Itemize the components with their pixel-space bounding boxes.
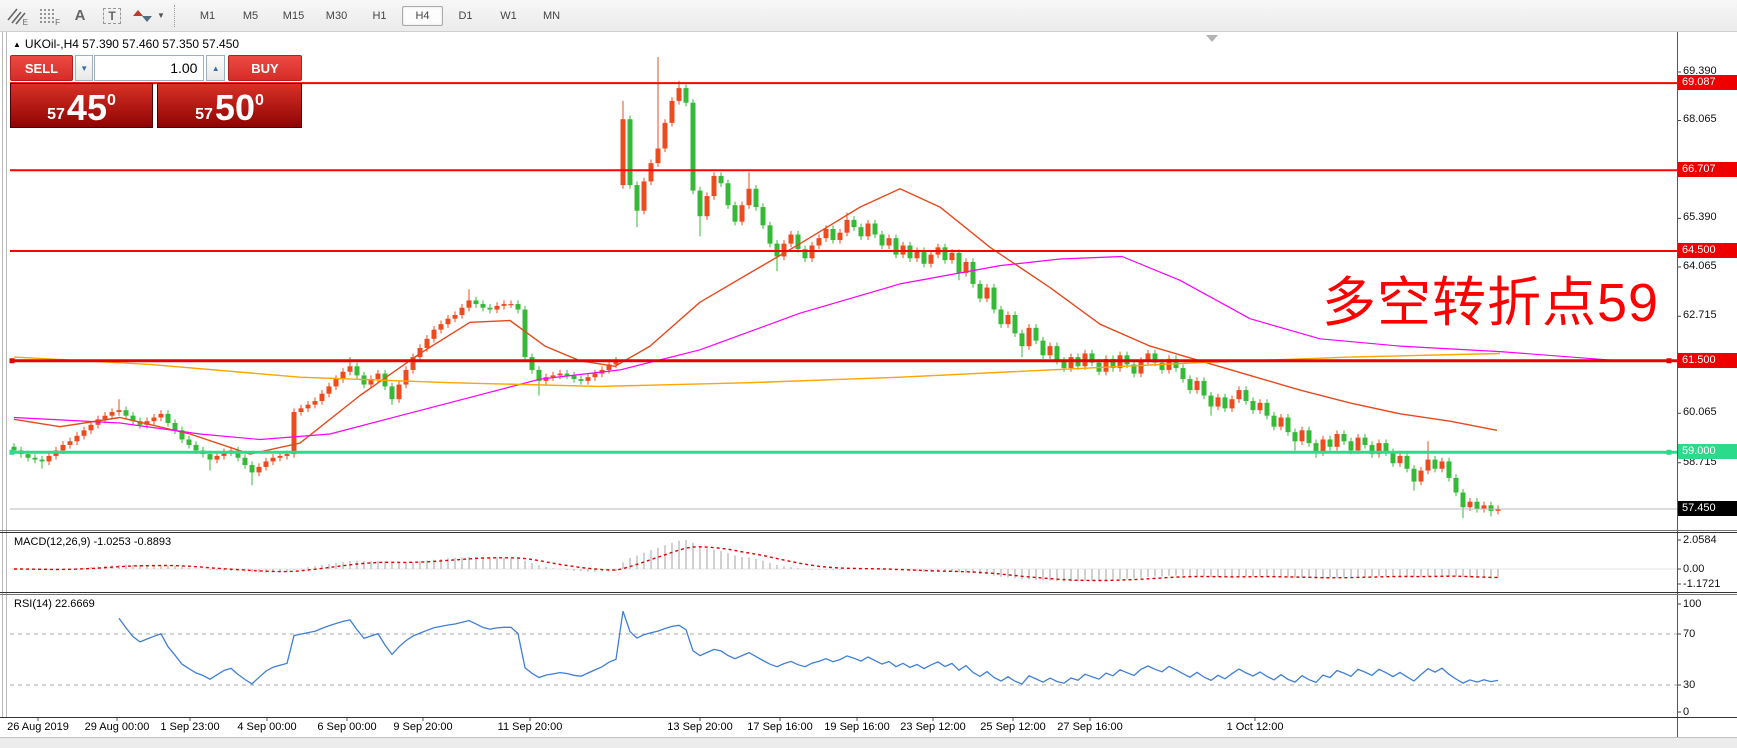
timeframe-button-d1[interactable]: D1: [445, 6, 486, 26]
time-tick-label: 4 Sep 00:00: [237, 721, 297, 733]
volume-increase-button[interactable]: ▲: [206, 55, 226, 81]
line-handle: [9, 449, 15, 455]
price-badge: 59.000: [1678, 444, 1737, 460]
timeline-separator: [0, 717, 1737, 718]
indicator-scale-label: 0: [1683, 706, 1690, 718]
volume-input[interactable]: [94, 55, 205, 81]
price-badge: 57.450: [1678, 501, 1737, 516]
price-tick-label: 64.065: [1683, 259, 1717, 272]
timeframe-button-mn[interactable]: MN: [531, 6, 572, 26]
trading-terminal: E F A T ▼ M1 M5 M15 M30 H1 H4 D1 W1 MN ▲…: [0, 0, 1737, 748]
indicator-scale-label: 30: [1683, 679, 1696, 691]
symbol-triangle-icon: ▲: [13, 40, 21, 49]
ma-gold: [13, 352, 1501, 388]
time-tick-label: 26 Aug 2019: [7, 721, 69, 733]
price-tick-label: 62.715: [1683, 309, 1717, 322]
timeframe-group: M1 M5 M15 M30 H1 H4 D1 W1 MN: [186, 5, 573, 26]
fibonacci-retracement-icon[interactable]: F: [33, 4, 63, 28]
toolbar-separator: [174, 4, 182, 27]
volume-decrease-button[interactable]: ▼: [74, 55, 94, 81]
time-tick-label: 11 Sep 20:00: [497, 721, 563, 733]
time-tick-label: 19 Sep 16:00: [824, 721, 890, 733]
panel-separator[interactable]: [0, 532, 1737, 533]
buy-button[interactable]: BUY: [228, 55, 302, 81]
text-icon[interactable]: A: [65, 4, 95, 28]
time-tick-label: 23 Sep 12:00: [900, 721, 966, 733]
chinese-annotation: 多空转折点59: [1322, 273, 1660, 333]
timeframe-button-m5[interactable]: M5: [230, 6, 271, 26]
macd-panel: [10, 540, 1677, 582]
time-tick-label: 25 Sep 12:00: [980, 721, 1046, 733]
time-tick-label: 1 Oct 12:00: [1226, 721, 1284, 733]
arrow-objects-icon[interactable]: ▼: [129, 4, 169, 28]
panel-separator[interactable]: [0, 530, 1737, 531]
ma-fast: [13, 188, 1498, 455]
dropdown-caret-icon: ▼: [157, 11, 165, 20]
price-axis-separator: [1677, 31, 1678, 737]
price-tick-label: 60.065: [1683, 406, 1717, 419]
price-badge: 61.500: [1678, 352, 1737, 368]
indicator-scale-label: 100: [1683, 598, 1702, 610]
buy-price-display[interactable]: 57 50 0: [157, 83, 302, 128]
timeframe-button-m1[interactable]: M1: [187, 6, 228, 26]
panel-separator[interactable]: [0, 594, 1737, 595]
time-tick-label: 1 Sep 23:00: [160, 721, 220, 733]
line-handle: [1666, 358, 1672, 364]
line-handle: [1666, 449, 1672, 455]
time-tick-label: 6 Sep 00:00: [317, 721, 377, 733]
indicator-scale-label: 0.00: [1683, 563, 1705, 575]
timeframe-button-m15[interactable]: M15: [273, 6, 314, 26]
price-tick-label: 68.065: [1683, 113, 1717, 126]
price-badge: 66.707: [1678, 162, 1737, 178]
window-left-border-inner: [6, 31, 7, 748]
window-left-border: [2, 31, 3, 748]
chart-title: ▲ UKOil-,H4 57.390 57.460 57.350 57.450: [13, 37, 240, 51]
macd-signal-line: [14, 546, 1499, 582]
price-badge: 69.087: [1678, 75, 1737, 91]
equidistant-channel-icon[interactable]: E: [1, 4, 31, 28]
text-label-icon[interactable]: T: [97, 4, 127, 28]
timeframe-button-m30[interactable]: M30: [316, 6, 357, 26]
price-tick-label: 65.390: [1683, 211, 1717, 224]
one-click-trade-panel: SELL ▼ ▲ BUY 57450 57500: [10, 55, 302, 128]
time-tick-label: 17 Sep 16:00: [747, 721, 813, 733]
price-badge: 64.500: [1678, 242, 1737, 258]
indicator-scale-label: 70: [1683, 628, 1696, 640]
timeframe-button-h4[interactable]: H4: [402, 5, 443, 26]
indicator-scale-label: 2.0584: [1683, 534, 1717, 546]
macd-label: MACD(12,26,9) -1.0253 -0.8893: [14, 536, 172, 548]
rsi-line: [118, 610, 1499, 685]
timeframe-button-w1[interactable]: W1: [488, 6, 529, 26]
toolbar: E F A T ▼ M1 M5 M15 M30 H1 H4 D1 W1 MN: [0, 0, 1737, 32]
time-tick-label: 27 Sep 16:00: [1057, 721, 1123, 733]
window-bottom-strip: [0, 737, 1737, 748]
chart-shift-marker-icon[interactable]: [1206, 35, 1218, 42]
sell-price-display[interactable]: 57 45 0: [10, 83, 154, 128]
time-tick-label: 9 Sep 20:00: [393, 721, 453, 733]
rsi-label: RSI(14) 22.6669: [14, 598, 95, 610]
sell-button[interactable]: SELL: [10, 55, 73, 81]
timeframe-button-h1[interactable]: H1: [359, 6, 400, 26]
rsi-panel: [10, 610, 1677, 686]
indicator-scale-label: -1.1721: [1683, 578, 1721, 590]
panel-separator[interactable]: [0, 592, 1737, 593]
line-handle: [9, 358, 15, 364]
time-tick-label: 13 Sep 20:00: [667, 721, 733, 733]
time-tick-label: 29 Aug 00:00: [84, 721, 150, 733]
